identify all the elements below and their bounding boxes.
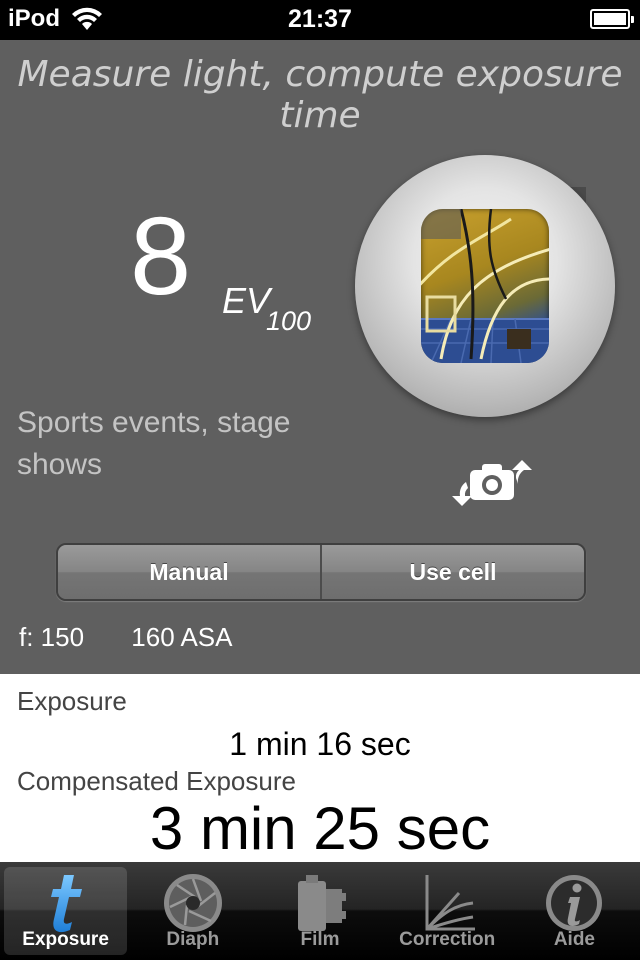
clock: 21:37 — [288, 5, 352, 33]
film-icon — [298, 875, 346, 931]
tab-film[interactable]: Film — [258, 867, 381, 955]
ev-unit: EV — [222, 280, 271, 321]
tab-exposure[interactable]: Exposure — [4, 867, 128, 955]
aperture-icon — [163, 874, 222, 932]
manual-button[interactable]: Manual — [58, 545, 320, 599]
correction-graph-icon — [425, 875, 476, 931]
scene-description: Sports events, stage shows — [17, 406, 291, 481]
tab-correction[interactable]: Correction — [386, 867, 509, 955]
camera-preview — [421, 209, 549, 363]
ev-iso-subscript: 100 — [266, 306, 312, 336]
tab-bar: Exposure Diaph Film Correction Aide — [0, 862, 640, 960]
meter-panel: Measure light, compute exposure time 8 E… — [0, 40, 640, 674]
status-bar: iPod 21:37 — [0, 0, 640, 40]
compensated-exposure-value: 3 min 25 sec — [149, 795, 491, 862]
tab-aide[interactable]: Aide — [513, 867, 636, 955]
current-settings: f: 150 160 ASA — [19, 622, 273, 653]
aperture-value: f: 150 — [19, 622, 85, 652]
iso-value: 160 ASA — [131, 622, 233, 652]
tab-label: Film — [300, 929, 340, 950]
exposure-t-icon — [50, 875, 82, 933]
exposure-label: Exposure — [17, 686, 127, 716]
exposure-value: 1 min 16 sec — [229, 726, 411, 762]
light-meter-lens[interactable] — [355, 155, 615, 417]
tab-label: Aide — [553, 929, 595, 950]
tab-label: Exposure — [22, 929, 109, 950]
ev-value: 8 — [130, 195, 192, 318]
tab-label: Diaph — [166, 929, 220, 950]
use-cell-button[interactable]: Use cell — [320, 545, 584, 599]
tab-label: Correction — [399, 929, 496, 950]
switch-camera-icon[interactable] — [446, 458, 538, 508]
info-icon — [546, 875, 603, 931]
tab-diaph[interactable]: Diaph — [131, 867, 254, 955]
page-title: Measure light, compute exposure time — [17, 54, 623, 136]
results-panel: Exposure 1 min 16 sec Compensated Exposu… — [0, 674, 640, 862]
meter-mode-control[interactable]: Manual Use cell — [56, 543, 586, 601]
compensated-exposure-label: Compensated Exposure — [17, 766, 296, 796]
battery-icon — [590, 9, 634, 29]
